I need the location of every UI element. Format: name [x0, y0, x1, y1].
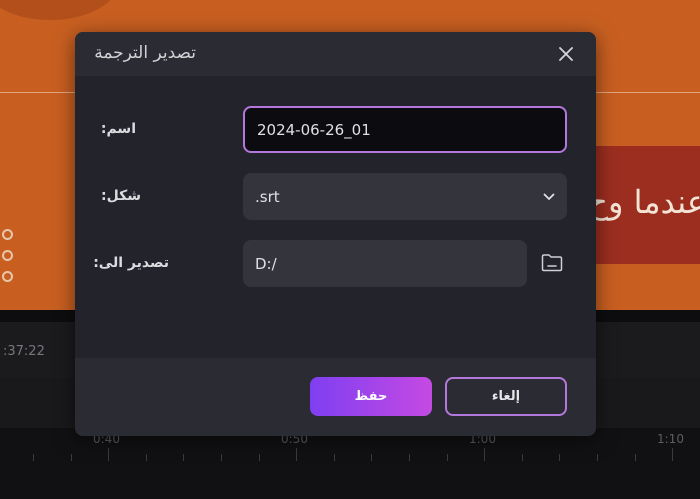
folder-icon	[541, 254, 563, 272]
close-button[interactable]	[556, 44, 576, 64]
export-path-value: D:/	[255, 254, 277, 273]
resize-handle[interactable]	[2, 250, 13, 261]
name-input-value: 2024-06-26_01	[257, 120, 371, 139]
cancel-button[interactable]: إلغاء	[445, 377, 567, 416]
ruler-tick	[259, 454, 260, 461]
ruler-tick-major	[484, 448, 485, 461]
ruler-tick	[409, 454, 410, 461]
format-label: شكل:	[100, 188, 141, 204]
export-path-label: تصدير الى:	[93, 255, 169, 271]
name-label: اسم:	[100, 121, 136, 137]
ruler-tick	[146, 454, 147, 461]
timecode: :37:22	[3, 344, 45, 359]
ruler-tick-major	[296, 448, 297, 461]
dialog-header: تصدير الترجمة	[75, 32, 596, 76]
ruler-tick	[221, 454, 222, 461]
format-select-value: .srt	[255, 187, 280, 206]
ruler-tick-major	[672, 448, 673, 461]
export-subtitles-dialog: تصدير الترجمة اسم: 2024-06-26_01 شكل: .s…	[75, 32, 596, 436]
name-input[interactable]: 2024-06-26_01	[243, 106, 567, 153]
ruler-tick	[597, 454, 598, 461]
ruler-tick	[522, 454, 523, 461]
resize-handle[interactable]	[2, 271, 13, 282]
ruler-tick	[371, 454, 372, 461]
ruler-tick	[447, 454, 448, 461]
chevron-down-icon	[543, 193, 555, 200]
ruler-tick	[635, 454, 636, 461]
browse-folder-button[interactable]	[539, 251, 565, 275]
ruler-tick	[183, 454, 184, 461]
ruler-tick-major	[108, 448, 109, 461]
format-select[interactable]: .srt	[243, 173, 567, 220]
caption-text: عندما وح	[587, 183, 700, 221]
save-button[interactable]: حفظ	[310, 377, 432, 416]
ruler-tick	[559, 454, 560, 461]
close-icon	[559, 47, 573, 61]
ruler-tick	[71, 454, 72, 461]
dialog-title: تصدير الترجمة	[94, 43, 196, 63]
ruler-label: 1:10	[657, 432, 684, 446]
ruler-tick	[33, 454, 34, 461]
resize-handle[interactable]	[2, 229, 13, 240]
export-path-input[interactable]: D:/	[243, 240, 527, 287]
ruler-tick	[334, 454, 335, 461]
